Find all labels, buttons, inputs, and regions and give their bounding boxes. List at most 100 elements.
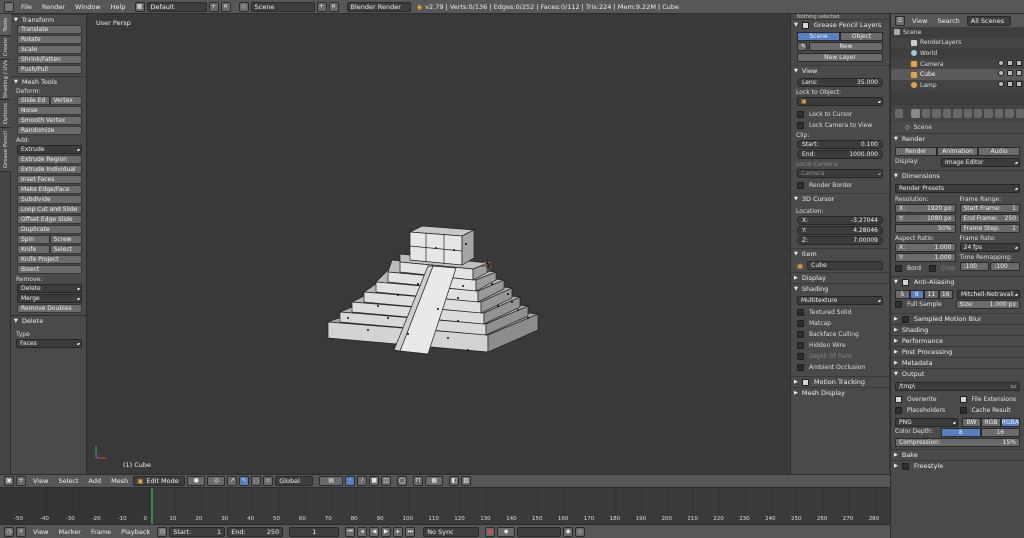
outliner-editor-icon[interactable]: ☰ — [895, 15, 905, 26]
render-presets-select[interactable]: Render Presets — [895, 184, 1020, 193]
record-icon[interactable]: ● — [485, 526, 496, 537]
border-checkbox[interactable] — [895, 265, 902, 272]
depth-16-button[interactable]: 16 — [980, 428, 1020, 437]
remove-doubles-button[interactable]: Remove Doubles — [17, 304, 82, 313]
add-layout-button[interactable]: + — [208, 1, 219, 12]
preview-range-icon[interactable]: ◷ — [157, 526, 168, 537]
backface-culling-checkbox[interactable] — [797, 331, 804, 338]
duplicate-button[interactable]: Duplicate — [17, 225, 82, 234]
timeline-frames-area[interactable]: -50 -40 -30 -20 -10 0 10 20 30 40 50 60 70 80 90 100 110… — [0, 488, 889, 524]
viewport-menu-view[interactable]: View — [28, 477, 53, 485]
viewport-menu-select[interactable]: Select — [53, 477, 83, 485]
screen-layout-icon[interactable]: ▦ — [134, 1, 145, 12]
timeline-start-field[interactable]: Start: 1 — [169, 526, 226, 537]
placeholders-row[interactable]: Placeholders — [895, 405, 956, 416]
tab-tools[interactable]: Tools — [0, 14, 11, 36]
cursor-x-field[interactable]: X: -3.27044 — [797, 216, 883, 225]
file-extensions-row[interactable]: File Extensions — [959, 394, 1021, 405]
remap-old-field[interactable]: :100 — [959, 262, 990, 271]
outliner-row-renderlayers[interactable]: RenderLayers — [891, 37, 1024, 49]
data-tab-icon[interactable] — [984, 109, 993, 118]
tab-shading-uvs[interactable]: Shading / UVs — [0, 60, 11, 100]
hidden-wire-checkbox[interactable] — [797, 342, 804, 349]
extrude-individual-button[interactable]: Extrude Individual — [17, 165, 82, 174]
motion-blur-checkbox[interactable] — [901, 315, 909, 323]
select-arrow-icon[interactable] — [1007, 80, 1013, 87]
depth-8-button[interactable]: 8 — [941, 428, 981, 437]
lens-field[interactable]: Lens: 35.000 — [797, 78, 883, 87]
clip-end-field[interactable]: End: 1000.000 — [797, 150, 883, 159]
pencil-icon[interactable]: ✎ — [797, 42, 807, 51]
layers-icon[interactable]: ▤ — [319, 476, 344, 486]
rgba-button[interactable]: RGBA — [1000, 418, 1020, 427]
header-collapse-icon[interactable]: + — [16, 526, 26, 537]
play-icon[interactable]: ▶ — [381, 526, 392, 537]
motion-tracking-header[interactable]: ▶ Motion Tracking — [791, 376, 889, 387]
inset-faces-button[interactable]: Inset Faces — [17, 175, 82, 184]
pivot-point-icon[interactable]: ◎ — [207, 476, 226, 486]
play-reverse-icon[interactable]: ◀ — [369, 526, 380, 537]
placeholders-checkbox[interactable] — [895, 407, 902, 414]
current-frame-field[interactable]: 1 — [289, 526, 340, 537]
noise-button[interactable]: Noise — [17, 106, 82, 115]
randomize-button[interactable]: Randomize — [17, 126, 82, 135]
visibility-eye-icon[interactable] — [998, 70, 1004, 77]
render-camera-icon[interactable] — [1016, 80, 1022, 87]
menu-render[interactable]: Render — [37, 3, 70, 11]
aa-samples-5[interactable]: 5 — [895, 290, 910, 299]
screen-layout-field[interactable]: Default — [146, 1, 207, 12]
overwrite-row[interactable]: Overwrite — [895, 394, 956, 405]
rotate-manipulator-icon[interactable]: ◌ — [251, 476, 262, 486]
view-panel-header[interactable]: ▼ View — [791, 65, 889, 76]
transform-panel-header[interactable]: ▼ Transform — [11, 14, 86, 25]
backface-culling-row[interactable]: Backface Culling — [791, 329, 889, 340]
freestyle-checkbox[interactable] — [901, 462, 909, 470]
motion-blur-panel-header[interactable]: ▶ Sampled Motion Blur — [891, 313, 1024, 324]
select-arrow-icon[interactable] — [1007, 59, 1013, 66]
pyramid-mesh-view[interactable] — [88, 14, 790, 474]
outliner-menu-search[interactable]: Search — [932, 17, 964, 25]
timeline-menu-frame[interactable]: Frame — [86, 528, 116, 536]
outliner-row-scene[interactable]: Scene — [891, 27, 1024, 38]
translate-button[interactable]: Translate — [17, 25, 82, 34]
grease-scene-tab[interactable]: Scene — [797, 32, 840, 41]
outliner-row-camera[interactable]: Camera — [891, 58, 1024, 70]
shading-panel-header[interactable]: ▶ Shading — [891, 324, 1024, 335]
folder-icon[interactable]: ▭ — [1010, 383, 1016, 390]
editor-type-icon[interactable]: ▣ — [4, 476, 14, 486]
add-scene-button[interactable]: + — [316, 1, 327, 12]
bake-panel-header[interactable]: ▶ Bake — [891, 449, 1024, 460]
metadata-panel-header[interactable]: ▶ Metadata — [891, 357, 1024, 368]
file-format-select[interactable]: PNG — [895, 418, 958, 427]
scale-manipulator-icon[interactable]: ▫ — [263, 476, 274, 486]
compression-slider[interactable]: Compression: 15% — [895, 438, 1020, 447]
timeline-menu-playback[interactable]: Playback — [116, 528, 155, 536]
output-panel-header[interactable]: ▼ Output — [891, 368, 1024, 379]
display-select[interactable]: Image Editor — [941, 158, 1020, 167]
operator-panel-header[interactable]: ▼ Delete — [11, 315, 86, 326]
scale-button[interactable]: Scale — [17, 45, 82, 54]
frame-rate-select[interactable]: 24 fps — [959, 243, 1020, 252]
render-camera-icon[interactable] — [1016, 59, 1022, 66]
textured-solid-checkbox[interactable] — [797, 309, 804, 316]
jump-keyframe-forward-icon[interactable]: ▸ — [393, 526, 404, 537]
make-edge-face-button[interactable]: Make Edge/Face — [17, 185, 82, 194]
scene-field[interactable]: Scene — [250, 1, 315, 12]
subdivide-button[interactable]: Subdivide — [17, 195, 82, 204]
merge-dropdown[interactable]: Merge — [17, 294, 82, 303]
scene-icon[interactable]: ◇ — [238, 1, 249, 12]
knife-select-button[interactable]: Select — [49, 245, 82, 254]
render-layers-tab-icon[interactable] — [921, 109, 931, 118]
viewport-menu-add[interactable]: Add — [84, 477, 107, 485]
rgb-button[interactable]: RGB — [981, 418, 1001, 427]
cursor-z-field[interactable]: Z: 7.00009 — [797, 236, 883, 245]
slide-edge-button[interactable]: Slide Ed — [17, 96, 50, 105]
new-layer-button[interactable]: New Layer — [797, 53, 883, 62]
properties-editor-icon[interactable] — [895, 109, 904, 118]
viewport-shading-icon[interactable]: ● — [187, 476, 206, 486]
render-tab-icon[interactable] — [911, 109, 920, 118]
resolution-y-field[interactable]: Y: 1080 px — [895, 214, 956, 223]
limit-selection-icon[interactable]: ◫ — [381, 476, 392, 486]
overwrite-checkbox[interactable] — [895, 396, 902, 403]
viewport-menu-mesh[interactable]: Mesh — [106, 477, 133, 485]
